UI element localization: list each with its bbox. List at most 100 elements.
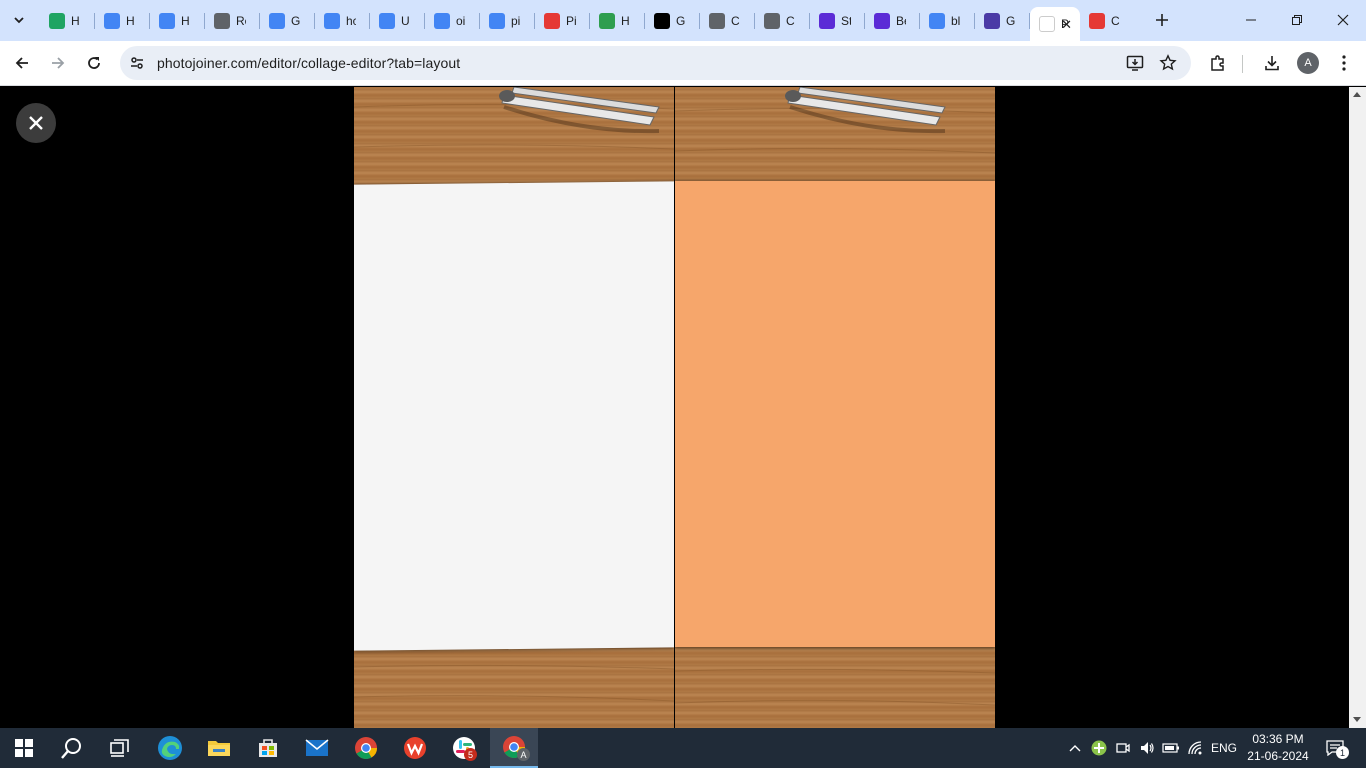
google-docs-icon (159, 12, 175, 29)
close-window-button[interactable] (1333, 10, 1353, 30)
google-icon (929, 12, 945, 29)
tab-title: Re (236, 13, 246, 28)
close-icon (29, 116, 43, 130)
taskbar-search-button[interactable] (48, 728, 96, 768)
new-tab-button[interactable] (1150, 8, 1174, 32)
taskbar-chrome-active[interactable]: A (490, 728, 538, 768)
taskbar-edge[interactable] (146, 728, 194, 768)
browser-tab[interactable]: Pi (535, 0, 590, 41)
browser-tab[interactable]: G (645, 0, 700, 41)
browser-tab[interactable]: H (40, 0, 95, 41)
google-icon (269, 12, 285, 29)
google-docs-icon (379, 12, 395, 29)
tab-title: pi (511, 13, 521, 28)
bookmark-star-icon[interactable] (1158, 53, 1178, 73)
tab-title: C (1111, 13, 1120, 28)
downloads-button[interactable] (1261, 52, 1283, 74)
browser-tab[interactable]: Pl✕ (1030, 7, 1080, 41)
language-indicator[interactable]: ENG (1210, 738, 1238, 758)
tab-title: G (676, 13, 686, 28)
reload-icon (88, 57, 100, 69)
puzzle-icon (1211, 55, 1224, 71)
browser-tab[interactable]: U (370, 0, 425, 41)
browser-tab[interactable]: pi (480, 0, 535, 41)
browser-tab[interactable]: C (1080, 0, 1135, 41)
tab-title: St (841, 13, 851, 28)
site-info-icon[interactable] (127, 53, 147, 73)
download-icon (1265, 56, 1279, 71)
chevron-down-icon (14, 17, 24, 24)
extensions-button[interactable] (1207, 52, 1229, 74)
volume-icon[interactable] (1137, 738, 1157, 758)
browser-tab[interactable]: oi (425, 0, 480, 41)
browser-tab[interactable]: Be (865, 0, 920, 41)
browser-tab[interactable]: H (590, 0, 645, 41)
taskbar-mail[interactable] (293, 728, 341, 768)
browser-tab[interactable]: G (260, 0, 315, 41)
taskbar-slack[interactable]: 5 (440, 728, 488, 768)
taskbar-clock[interactable]: 03:36 PM 21-06-2024 (1240, 731, 1316, 765)
google-drive-icon (49, 12, 65, 29)
tab-close-icon[interactable]: ✕ (1061, 17, 1072, 33)
browser-tab[interactable]: hc (315, 0, 370, 41)
photojoiner-icon (1039, 16, 1055, 32)
reload-button[interactable] (83, 52, 105, 74)
close-icon (1337, 14, 1349, 26)
url-text[interactable]: photojoiner.com/editor/collage-editor?ta… (157, 55, 460, 71)
browser-tab[interactable]: H (150, 0, 205, 41)
menu-button[interactable] (1333, 52, 1355, 74)
tab-title: G (291, 13, 301, 28)
meet-now-icon[interactable] (1113, 738, 1133, 758)
browser-tab[interactable]: St (810, 0, 865, 41)
battery-icon[interactable] (1161, 738, 1181, 758)
wps-icon (404, 737, 426, 759)
restore-button[interactable] (1287, 10, 1307, 30)
folder-icon (208, 741, 230, 756)
mail-icon (305, 739, 329, 756)
network-icon[interactable] (1186, 738, 1206, 758)
taskbar-store[interactable] (244, 728, 292, 768)
start-button[interactable] (0, 728, 48, 768)
taskbar-file-explorer[interactable] (195, 728, 243, 768)
tray-app-icon[interactable] (1089, 738, 1109, 758)
slack-badge: 5 (464, 748, 477, 761)
taskbar-wps[interactable] (391, 728, 439, 768)
windows-logo-icon (15, 739, 33, 757)
browser-tab[interactable]: Re (205, 0, 260, 41)
address-bar[interactable]: photojoiner.com/editor/collage-editor?ta… (120, 46, 1191, 80)
browser-tab[interactable]: H (95, 0, 150, 41)
pen-shape (785, 87, 946, 134)
install-app-icon[interactable] (1125, 53, 1145, 73)
globe-icon (214, 12, 230, 29)
close-preview-button[interactable] (16, 103, 56, 143)
google-icon (489, 12, 505, 29)
browser-tab[interactable]: C (755, 0, 810, 41)
tab-list: H H H Re Ghc Uoi pi Pi H G C C St Be bl G Pl✕ C (40, 0, 1135, 41)
taskbar-chrome[interactable] (342, 728, 390, 768)
profile-avatar[interactable]: A (1297, 52, 1319, 74)
tab-strip: H H H Re Ghc Uoi pi Pi H G C C St Be bl G Pl✕ C (0, 0, 1366, 41)
scroll-up-arrow-icon[interactable] (1353, 92, 1361, 97)
chatgpt-icon (764, 12, 780, 29)
chrome-icon (355, 737, 377, 759)
purple-app-icon (874, 12, 890, 29)
collage-image[interactable] (354, 87, 995, 728)
tab-title: C (731, 13, 740, 28)
notifications-button[interactable]: 1 (1322, 738, 1349, 759)
toolbar-divider (1242, 55, 1243, 73)
tab-title: U (401, 13, 410, 28)
browser-tab[interactable]: bl (920, 0, 975, 41)
browser-tab[interactable]: C (700, 0, 755, 41)
minimize-button[interactable] (1241, 10, 1261, 30)
collage-cell-right[interactable] (675, 87, 995, 728)
show-hidden-icons-button[interactable] (1066, 738, 1084, 758)
px-icon (599, 12, 615, 29)
page-scrollbar[interactable] (1349, 87, 1366, 728)
back-button[interactable] (11, 52, 33, 74)
browser-tab[interactable]: G (975, 0, 1030, 41)
collage-cell-left[interactable] (354, 87, 674, 728)
scroll-down-arrow-icon[interactable] (1353, 717, 1361, 722)
task-view-button[interactable] (96, 728, 144, 768)
forward-button[interactable] (47, 52, 69, 74)
tab-search-button[interactable] (7, 8, 31, 32)
